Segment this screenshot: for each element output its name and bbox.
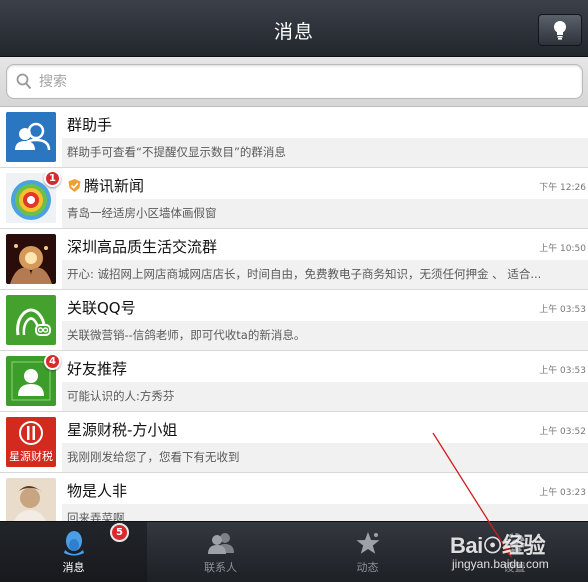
lightbulb-button[interactable] bbox=[538, 14, 582, 46]
search-bar bbox=[0, 57, 588, 107]
conversation-item-shenzhen-group[interactable]: 深圳高品质生活交流群 上午 10:50 开心: 诚招网上网店商城网店店长，时间自… bbox=[0, 229, 588, 290]
conversation-time: 上午 03:23 bbox=[539, 488, 586, 498]
conversation-name-wrap: 腾讯新闻 bbox=[67, 175, 144, 196]
unread-badge: 1 bbox=[44, 170, 61, 187]
conversation-preview: 可能认识的人:方秀芬 bbox=[67, 389, 175, 403]
tab-label: 设置 bbox=[503, 561, 526, 574]
conversation-item-linked-qq[interactable]: 关联QQ号 上午 03:53 关联微营销--信鸽老师，即可代收ta的新消息。 bbox=[0, 290, 588, 351]
conversation-item-friend-recommend[interactable]: 4 好友推荐 上午 03:53 可能认识的人:方秀芬 bbox=[0, 351, 588, 412]
conversation-preview: 关联微营销--信鸽老师，即可代收ta的新消息。 bbox=[67, 328, 306, 342]
conversation-name: 深圳高品质生活交流群 bbox=[67, 238, 218, 256]
conversation-preview: 青岛一经适房小区墙体画假窗 bbox=[67, 206, 217, 220]
conversation-time: 上午 03:53 bbox=[539, 366, 586, 376]
tab-label: 消息 bbox=[62, 561, 85, 574]
conversation-time: 上午 03:52 bbox=[539, 427, 586, 437]
lightbulb-icon bbox=[554, 21, 566, 40]
tab-contacts[interactable]: 联系人 bbox=[147, 522, 294, 582]
search-icon bbox=[16, 73, 32, 90]
xingyuan-avatar: 星源财税 bbox=[6, 417, 56, 467]
conversation-name: 物是人非 bbox=[67, 482, 128, 500]
verified-shield-icon bbox=[68, 179, 81, 192]
avatar-label: 星源财税 bbox=[9, 450, 53, 463]
page-title: 消息 bbox=[273, 21, 314, 43]
bottom-tab-bar: 消息 5 联系人 动态 设置 bbox=[0, 521, 588, 582]
unread-badge: 4 bbox=[44, 353, 61, 370]
conversation-preview: 群助手可查看“不提醒仅显示数目”的群消息 bbox=[67, 145, 286, 159]
conversation-preview: 我刚刚发给您了，您看下有无收到 bbox=[67, 450, 240, 464]
conversation-name: 好友推荐 bbox=[67, 360, 128, 378]
star-icon bbox=[356, 532, 379, 554]
search-box[interactable] bbox=[6, 64, 583, 99]
conversation-name: 关联QQ号 bbox=[67, 299, 136, 317]
contacts-icon bbox=[207, 533, 234, 554]
title-bar: 消息 bbox=[0, 0, 588, 57]
tab-label: 动态 bbox=[356, 561, 379, 574]
tab-settings[interactable]: 设置 bbox=[441, 522, 588, 582]
shenzhen-group-avatar bbox=[6, 234, 56, 284]
linked-qq-avatar bbox=[6, 295, 56, 345]
conversation-item-wushirenfei[interactable]: 物是人非 上午 03:23 回来弄菜啊 bbox=[0, 473, 588, 521]
settings-icon bbox=[504, 533, 525, 553]
tab-label: 联系人 bbox=[204, 561, 237, 574]
unread-badge: 5 bbox=[110, 523, 129, 542]
conversation-time: 下午 12:26 bbox=[539, 183, 586, 193]
qq-penguin-icon bbox=[63, 531, 84, 556]
conversation-time: 上午 10:50 bbox=[539, 244, 586, 254]
tab-messages[interactable]: 消息 5 bbox=[0, 522, 147, 582]
conversation-preview: 开心: 诚招网上网店商城网店店长，时间自由，免费教电子商务知识，无须任何押金 、… bbox=[67, 267, 542, 281]
conversation-preview: 回来弄菜啊 bbox=[67, 511, 125, 521]
conversation-name: 群助手 bbox=[67, 116, 113, 134]
wushirenfei-avatar bbox=[6, 478, 56, 521]
tab-feed[interactable]: 动态 bbox=[294, 522, 441, 582]
conversation-item-tencent-news[interactable]: 1 腾讯新闻 下午 12:26 青岛一经适房小区墙体画假窗 bbox=[0, 168, 588, 229]
conversation-name: 星源财税-方小姐 bbox=[67, 421, 178, 439]
group-assistant-avatar bbox=[6, 112, 56, 162]
conversation-list: 群助手 群助手可查看“不提醒仅显示数目”的群消息 1 腾讯新闻 下午 12:26… bbox=[0, 107, 588, 521]
conversation-item-xingyuan[interactable]: 星源财税 星源财税-方小姐 上午 03:52 我刚刚发给您了，您看下有无收到 bbox=[0, 412, 588, 473]
conversation-time: 上午 03:53 bbox=[539, 305, 586, 315]
conversation-item-group-assistant[interactable]: 群助手 群助手可查看“不提醒仅显示数目”的群消息 bbox=[0, 107, 588, 168]
conversation-name: 腾讯新闻 bbox=[84, 177, 145, 195]
search-input[interactable] bbox=[39, 70, 559, 94]
